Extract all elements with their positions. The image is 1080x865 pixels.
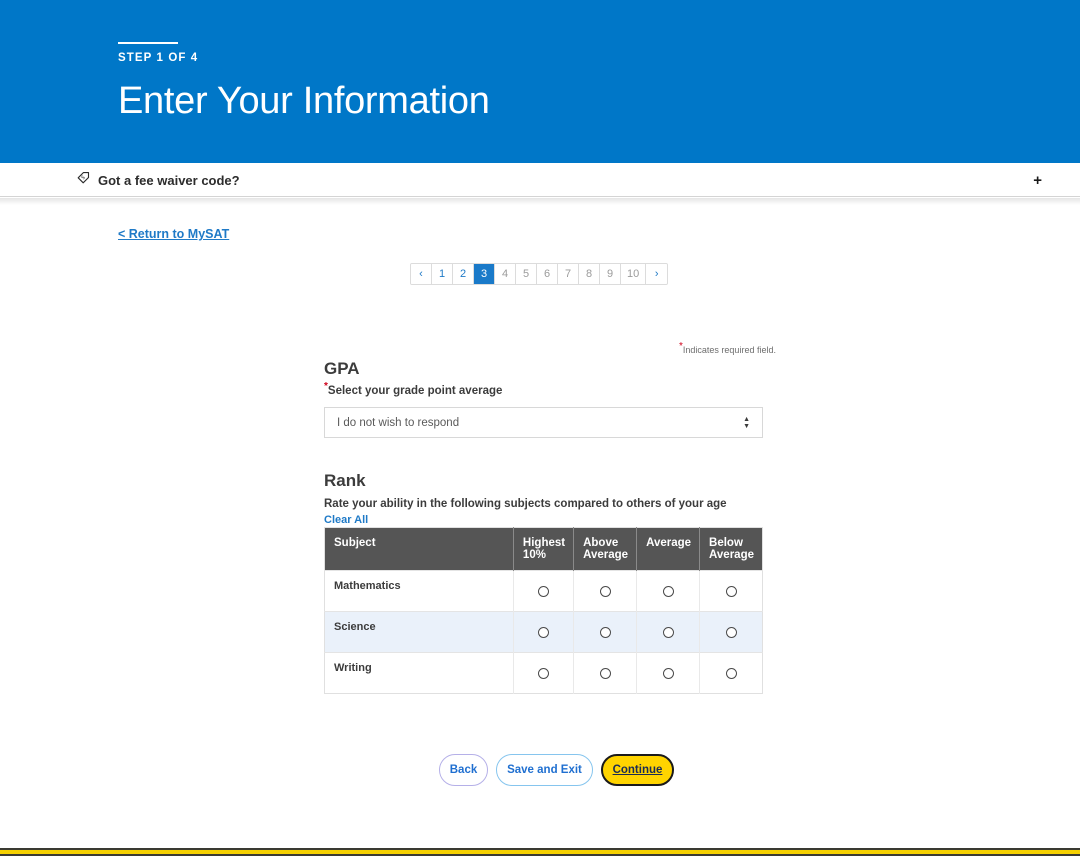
pagination[interactable]: ‹ 1 2 3 4 5 6 7 8 9 10 ›: [410, 263, 669, 285]
bottom-accent-bar: [0, 848, 1080, 856]
row-label-science: Science: [324, 611, 514, 653]
gpa-select[interactable]: I do not wish to respond ▲ ▼: [324, 407, 763, 438]
column-header-below-average: Below Average: [699, 527, 763, 571]
rank-instructions: Rate your ability in the following subje…: [324, 498, 727, 510]
pagination-page-5[interactable]: 5: [516, 264, 537, 284]
column-header-subject: Subject: [324, 527, 514, 571]
pagination-page-6[interactable]: 6: [537, 264, 558, 284]
radio-icon[interactable]: [725, 586, 737, 597]
continue-button[interactable]: Continue: [601, 754, 674, 786]
fee-waiver-trigger[interactable]: $ Got a fee waiver code?: [76, 163, 240, 197]
pagination-page-9[interactable]: 9: [600, 264, 621, 284]
pagination-page-3[interactable]: 3: [474, 264, 495, 284]
return-to-mysat-link[interactable]: < Return to MySAT: [118, 227, 229, 241]
pagination-page-10[interactable]: 10: [621, 264, 647, 284]
rank-table-body: Mathematics Science Writing: [324, 570, 763, 694]
rank-table-header-row: Subject Highest 10% Above Average Averag…: [324, 527, 763, 571]
gpa-section-heading: GPA: [324, 359, 360, 378]
column-header-highest-10: Highest 10%: [513, 527, 575, 571]
step-rule-divider: [118, 42, 178, 44]
rank-table: Subject Highest 10% Above Average Averag…: [324, 527, 763, 694]
pagination-prev-button[interactable]: ‹: [411, 264, 432, 284]
radio-icon[interactable]: [599, 586, 611, 597]
radio-icon[interactable]: [538, 586, 549, 597]
price-tag-dollar-icon: $: [76, 170, 91, 190]
radio-icon[interactable]: [662, 586, 674, 597]
fee-waiver-label: Got a fee waiver code?: [98, 172, 240, 188]
save-and-exit-button[interactable]: Save and Exit: [496, 754, 593, 786]
radio-icon[interactable]: [599, 627, 611, 638]
pagination-next-button[interactable]: ›: [646, 264, 668, 284]
clear-all-link[interactable]: Clear All: [324, 514, 368, 526]
radio-cell-writing-above-average[interactable]: [573, 652, 638, 694]
pagination-page-4[interactable]: 4: [495, 264, 516, 284]
radio-cell-mathematics-average[interactable]: [636, 570, 701, 612]
radio-icon[interactable]: [538, 627, 549, 638]
pagination-page-1[interactable]: 1: [432, 264, 453, 284]
row-label-writing: Writing: [324, 652, 514, 694]
gpa-label-text: Select your grade point average: [327, 385, 503, 397]
radio-cell-science-above-average[interactable]: [573, 611, 638, 653]
pagination-page-8[interactable]: 8: [579, 264, 600, 284]
pagination-page-2[interactable]: 2: [453, 264, 474, 284]
column-header-above-average: Above Average: [573, 527, 638, 571]
expand-plus-icon[interactable]: +: [1033, 163, 1042, 197]
required-field-note: *Indicates required field.: [679, 342, 776, 356]
required-note-text: Indicates required field.: [682, 345, 776, 355]
table-row: Mathematics: [324, 570, 763, 612]
page-header-banner: STEP 1 OF 4 Enter Your Information: [0, 0, 1080, 163]
radio-cell-writing-below-average[interactable]: [699, 652, 763, 694]
radio-cell-writing-highest-10[interactable]: [513, 652, 575, 694]
radio-cell-science-highest-10[interactable]: [513, 611, 575, 653]
rank-table-head: Subject Highest 10% Above Average Averag…: [324, 527, 763, 571]
fee-waiver-bar[interactable]: $ Got a fee waiver code? +: [0, 163, 1080, 197]
radio-icon[interactable]: [725, 627, 737, 638]
radio-icon[interactable]: [538, 668, 549, 679]
radio-cell-writing-average[interactable]: [636, 652, 701, 694]
radio-icon[interactable]: [725, 668, 737, 679]
gpa-field-label: *Select your grade point average: [324, 382, 503, 397]
table-row: Writing: [324, 652, 763, 694]
back-button[interactable]: Back: [439, 754, 488, 786]
radio-icon[interactable]: [662, 627, 674, 638]
updown-spinner-icon[interactable]: ▲ ▼: [743, 416, 750, 430]
header-content: STEP 1 OF 4 Enter Your Information: [118, 42, 490, 122]
page-title: Enter Your Information: [118, 80, 490, 122]
radio-icon[interactable]: [662, 668, 674, 679]
column-header-average: Average: [636, 527, 701, 571]
form-action-buttons: Back Save and Exit Continue: [439, 754, 674, 786]
gpa-select-value: I do not wish to respond: [337, 416, 460, 429]
rank-section-heading: Rank: [324, 471, 366, 490]
step-indicator-label: STEP 1 OF 4: [118, 52, 199, 64]
radio-cell-science-below-average[interactable]: [699, 611, 763, 653]
radio-cell-mathematics-above-average[interactable]: [573, 570, 638, 612]
radio-cell-science-average[interactable]: [636, 611, 701, 653]
radio-icon[interactable]: [599, 668, 611, 679]
pagination-page-7[interactable]: 7: [558, 264, 579, 284]
radio-cell-mathematics-highest-10[interactable]: [513, 570, 575, 612]
table-row: Science: [324, 611, 763, 653]
fee-bar-shadow: [0, 198, 1080, 205]
row-label-mathematics: Mathematics: [324, 570, 514, 612]
radio-cell-mathematics-below-average[interactable]: [699, 570, 763, 612]
